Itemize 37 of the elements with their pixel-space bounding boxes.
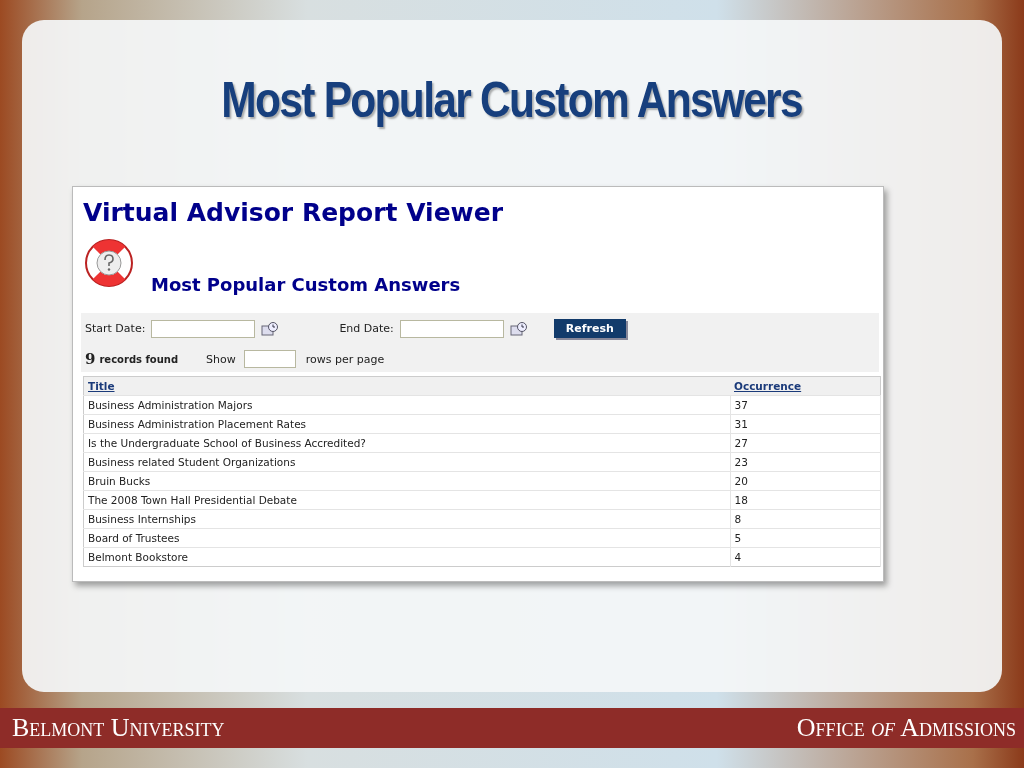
table-cell: 37 <box>730 395 881 415</box>
calendar-icon[interactable] <box>509 320 528 337</box>
rows-per-page-label: rows per page <box>305 352 385 366</box>
table-cell: 8 <box>730 509 881 529</box>
start-date-label: Start Date: <box>85 322 146 335</box>
table-cell: Business Administration Placement Rates <box>83 414 730 434</box>
table-cell: 27 <box>730 433 881 453</box>
column-header-link[interactable]: Title <box>88 380 115 392</box>
table-cell: Business Administration Majors <box>83 395 730 415</box>
table-cell: Belmont Bookstore <box>83 547 730 567</box>
table-cell: Is the Undergraduate School of Business Accredited? <box>83 433 730 453</box>
report-title: Virtual Advisor Report Viewer <box>83 197 504 229</box>
university-name: Belmont University <box>12 713 225 743</box>
table-cell: 20 <box>730 471 881 491</box>
start-date-field[interactable] <box>151 319 256 338</box>
calendar-icon[interactable] <box>261 320 280 337</box>
show-label: Show <box>206 352 236 366</box>
table-cell: Business Internships <box>83 509 730 529</box>
rows-per-page-field[interactable] <box>243 350 296 368</box>
office-name: Office of Admissions <box>796 713 1016 743</box>
life-ring-icon <box>83 237 135 289</box>
end-date-label: End Date: <box>339 322 394 335</box>
report-subtitle: Most Popular Custom Answers <box>151 274 461 295</box>
table-cell: 4 <box>730 547 881 567</box>
table-cell: 5 <box>730 528 881 548</box>
table-cell: Bruin Bucks <box>83 471 730 491</box>
table-cell: The 2008 Town Hall Presidential Debate <box>83 490 730 510</box>
slide-title: Most Popular Custom Answers <box>221 71 803 130</box>
table-cell: Business related Student Organizations <box>83 452 730 472</box>
end-date-field[interactable] <box>399 319 504 338</box>
refresh-button[interactable]: Refresh <box>553 319 626 338</box>
records-found-label: records found <box>99 353 179 365</box>
table-cell: 31 <box>730 414 881 434</box>
table-cell: Board of Trustees <box>83 528 730 548</box>
table-cell: 23 <box>730 452 881 472</box>
table-cell: 18 <box>730 490 881 510</box>
records-count: 9 <box>85 350 96 368</box>
